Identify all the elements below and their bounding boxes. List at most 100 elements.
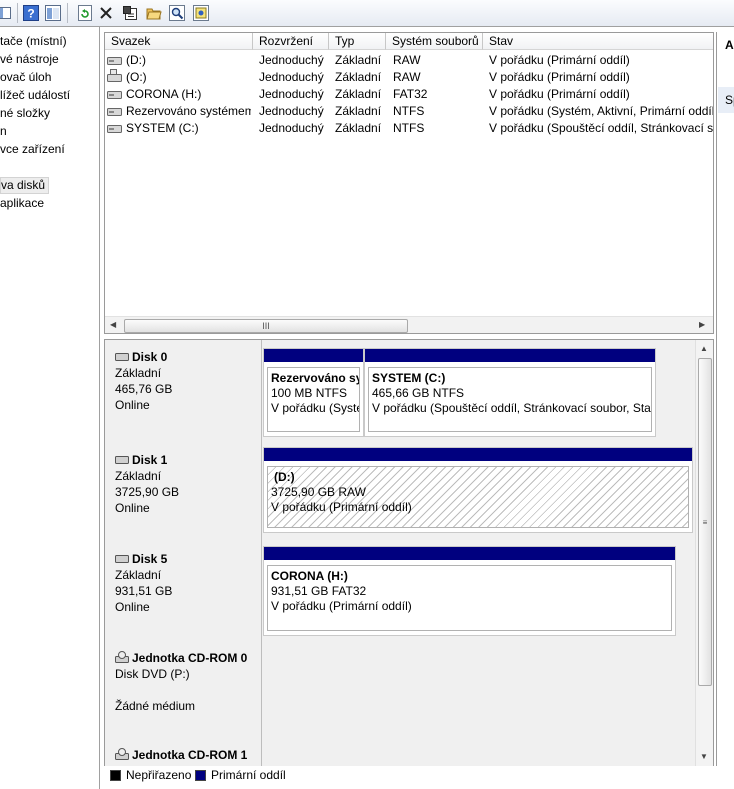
column-header-status[interactable]: Stav	[483, 33, 713, 50]
show-pane-icon[interactable]	[44, 4, 62, 22]
legend-swatch-unallocated	[110, 770, 121, 781]
partition-status: V pořádku (Spouštěcí oddíl, Stránkovací …	[372, 401, 652, 415]
volume-status: V pořádku (Systém, Aktivní, Primární odd…	[489, 104, 713, 118]
nav-item-performance[interactable]: n	[0, 123, 7, 139]
disk-info: Disk 5 Základní 931,51 GB Online	[105, 542, 262, 641]
column-header-type[interactable]: Typ	[329, 33, 386, 50]
disk-row[interactable]: Jednotka CD-ROM 1	[105, 738, 695, 766]
disk-state: Online	[115, 600, 150, 614]
disk-name: Disk 5	[132, 552, 168, 566]
disk-row[interactable]: Jednotka CD-ROM 0 Disk DVD (P:) Žádné mé…	[105, 641, 695, 739]
nav-item-event-viewer[interactable]: lížeč událostí	[0, 87, 70, 103]
cdrom-icon	[115, 651, 129, 663]
volume-filesystem: FAT32	[393, 87, 428, 101]
partition-title: CORONA (H:)	[271, 569, 348, 583]
disk-row[interactable]: Disk 1 Základní 3725,90 GB Online (D:) 3…	[105, 443, 695, 543]
volume-type: Základní	[335, 121, 382, 135]
nav-item-system-tools[interactable]: vé nástroje	[0, 51, 59, 67]
partition[interactable]: SYSTEM (C:) 465,66 GB NTFS V pořádku (Sp…	[364, 348, 656, 437]
partition-size: 100 MB NTFS	[271, 386, 348, 400]
volume-status: V pořádku (Primární oddíl)	[489, 53, 630, 67]
partition[interactable]: CORONA (H:) 931,51 GB FAT32 V pořádku (P…	[263, 546, 676, 636]
partition-status: V pořádku (Primární oddíl)	[271, 500, 412, 514]
partition[interactable]: (D:) 3725,90 GB RAW V pořádku (Primární …	[263, 447, 693, 533]
column-header-filesystem[interactable]: Systém souborů	[386, 33, 483, 50]
vertical-scrollbar[interactable]: ▲ ≡ ▼	[695, 340, 713, 766]
partition-size: 931,51 GB FAT32	[271, 584, 367, 598]
actions-item[interactable]: Sp	[718, 87, 734, 113]
volume-type: Základní	[335, 87, 382, 101]
volume-list: Svazek Rozvržení Typ Systém souborů Stav…	[104, 32, 714, 334]
actions-panel: Al Sp	[716, 32, 734, 789]
open-folder-icon[interactable]	[145, 4, 163, 22]
refresh-icon[interactable]	[76, 4, 94, 22]
partition-title: SYSTEM (C:)	[372, 371, 446, 385]
disk-info: Disk 1 Základní 3725,90 GB Online	[105, 443, 262, 542]
column-header-volume[interactable]: Svazek	[105, 33, 253, 50]
volume-name: Rezervováno systémem	[126, 104, 251, 118]
volume-type: Základní	[335, 104, 382, 118]
drive-icon	[107, 125, 122, 133]
nav-item-task-scheduler[interactable]: ovač úloh	[0, 69, 51, 85]
scrollbar-thumb[interactable]: III	[124, 319, 408, 333]
disk-icon	[115, 456, 129, 464]
scroll-left-icon[interactable]: ◀	[110, 320, 116, 329]
help-icon[interactable]: ?	[22, 4, 40, 22]
volume-name: CORONA (H:)	[126, 87, 202, 101]
partition-title: Rezervováno sy	[271, 371, 360, 385]
partition-size: 3725,90 GB RAW	[271, 485, 366, 499]
partition-body: SYSTEM (C:) 465,66 GB NTFS V pořádku (Sp…	[368, 367, 652, 432]
volume-row[interactable]: Rezervováno systémem Jednoduchý Základní…	[105, 103, 713, 120]
legend: Nepřiřazeno Primární oddíl	[104, 766, 734, 789]
volume-name: (D:)	[126, 53, 146, 67]
volume-status: V pořádku (Primární oddíl)	[489, 87, 630, 101]
disk-info: Jednotka CD-ROM 1	[105, 738, 262, 766]
partition-bar	[365, 349, 655, 362]
volume-layout: Jednoduchý	[259, 104, 324, 118]
legend-label-unallocated: Nepřiřazeno	[126, 768, 192, 782]
volume-row[interactable]: SYSTEM (C:) Jednoduchý Základní NTFS V p…	[105, 120, 713, 137]
scrollbar-grip: III	[262, 321, 270, 331]
nav-item-device-manager[interactable]: vce zařízení	[0, 141, 65, 157]
column-header-layout[interactable]: Rozvržení	[253, 33, 329, 50]
toolbar-separator	[17, 3, 18, 23]
volume-layout: Jednoduchý	[259, 121, 324, 135]
view-pane-icon[interactable]	[0, 4, 14, 22]
disk-size: 465,76 GB	[115, 382, 173, 396]
volume-status: V pořádku (Primární oddíl)	[489, 70, 630, 84]
volume-status: V pořádku (Spouštěcí oddíl, Stránkovací …	[489, 121, 713, 135]
horizontal-scrollbar[interactable]: ◀ III ▶	[105, 316, 713, 333]
removable-drive-icon	[107, 69, 122, 82]
nav-item-shared-folders[interactable]: né složky	[0, 105, 50, 121]
disk-name: Jednotka CD-ROM 1	[132, 748, 248, 762]
delete-icon[interactable]	[97, 4, 115, 22]
nav-item-storage-local[interactable]: tače (místní)	[0, 33, 67, 49]
disk-state: Online	[115, 398, 150, 412]
partition-size: 465,66 GB NTFS	[372, 386, 465, 400]
nav-item-services-applications[interactable]: aplikace	[0, 195, 44, 211]
volume-row[interactable]: (D:) Jednoduchý Základní RAW V pořádku (…	[105, 52, 713, 69]
partition[interactable]: Rezervováno sy 100 MB NTFS V pořádku (Sy…	[263, 348, 364, 437]
disk-name: Jednotka CD-ROM 0	[132, 651, 248, 665]
scroll-down-icon[interactable]: ▼	[700, 752, 708, 761]
volume-row[interactable]: (O:) Jednoduchý Základní RAW V pořádku (…	[105, 69, 713, 86]
search-icon[interactable]	[168, 4, 186, 22]
disk-icon	[115, 353, 129, 361]
toolbar: ?	[0, 0, 734, 27]
toolbar-separator	[67, 3, 68, 23]
disk-state: Žádné médium	[115, 699, 196, 713]
disk-row[interactable]: Disk 0 Základní 465,76 GB Online Rezervo…	[105, 340, 695, 444]
partition-bar	[264, 448, 692, 461]
partition-bar	[264, 547, 675, 560]
volume-row[interactable]: CORONA (H:) Jednoduchý Základní FAT32 V …	[105, 86, 713, 103]
scroll-up-icon[interactable]: ▲	[700, 344, 708, 353]
disk-type: Disk DVD (P:)	[115, 667, 190, 681]
properties-icon[interactable]	[121, 4, 139, 22]
disk-icon	[115, 555, 129, 563]
scrollbar-thumb[interactable]: ≡	[698, 358, 712, 686]
settings-icon[interactable]	[192, 4, 210, 22]
disk-row[interactable]: Disk 5 Základní 931,51 GB Online CORONA …	[105, 542, 695, 642]
nav-item-disk-management[interactable]: va disků	[0, 177, 50, 194]
scroll-right-icon[interactable]: ▶	[699, 320, 705, 329]
volume-filesystem: NTFS	[393, 121, 425, 135]
